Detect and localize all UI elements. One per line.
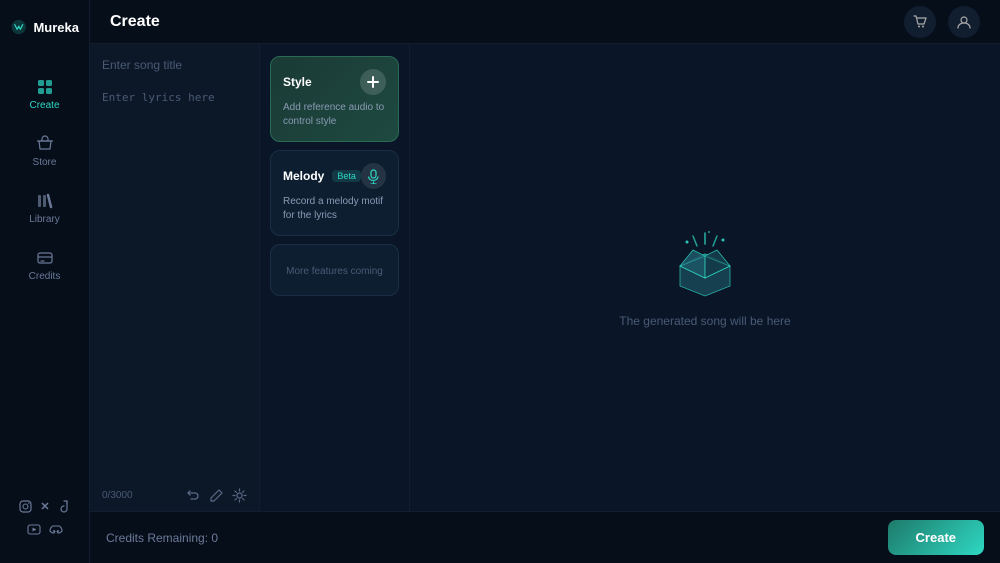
credits-remaining: Credits Remaining: 0	[106, 531, 876, 545]
topbar-actions	[904, 6, 980, 38]
song-title-input[interactable]	[90, 44, 259, 82]
instagram-icon[interactable]	[19, 500, 32, 516]
logo: Mureka	[0, 16, 89, 38]
store-icon	[36, 135, 54, 153]
plus-icon	[366, 75, 380, 89]
sidebar-item-library-label: Library	[29, 214, 60, 225]
sidebar-item-create[interactable]: Create	[8, 68, 81, 121]
style-card-title: Style	[283, 75, 312, 89]
twitter-x-icon[interactable]: ✕	[40, 500, 49, 516]
discord-icon[interactable]	[49, 524, 63, 539]
create-icon	[36, 78, 54, 96]
edit-icon	[209, 488, 224, 503]
topbar: Create	[90, 0, 1000, 44]
profile-icon	[956, 14, 972, 30]
melody-card-title: Melody	[283, 169, 324, 183]
tiktok-icon[interactable]	[58, 500, 70, 516]
sidebar-item-create-label: Create	[29, 100, 59, 111]
youtube-icon[interactable]	[27, 524, 41, 539]
lyrics-panel: 0/3000	[90, 44, 260, 511]
credits-icon	[36, 249, 54, 267]
melody-card-desc: Record a melody motif for the lyrics	[283, 195, 386, 223]
microphone-icon	[367, 169, 380, 184]
melody-beta-badge: Beta	[332, 170, 361, 182]
sidebar-nav: Create Store Library Credits	[0, 66, 89, 500]
cart-icon	[912, 14, 928, 30]
content-area: 0/3000	[90, 44, 1000, 511]
edit-button[interactable]	[209, 488, 224, 503]
logo-text: Mureka	[33, 20, 79, 35]
more-features-card: More features coming	[270, 244, 399, 296]
profile-button[interactable]	[948, 6, 980, 38]
magic-icon	[232, 488, 247, 503]
sidebar-item-credits[interactable]: Credits	[8, 239, 81, 292]
generated-songs-panel: The generated song will be here	[410, 44, 1000, 511]
sidebar-item-store-label: Store	[33, 157, 57, 168]
undo-button[interactable]	[186, 488, 201, 503]
main-content: Create 0/3000	[90, 0, 1000, 563]
style-card-desc: Add reference audio to control style	[283, 101, 386, 129]
sidebar: Mureka Create Store Library	[0, 0, 90, 563]
sidebar-item-store[interactable]: Store	[8, 125, 81, 178]
left-panel-footer: 0/3000	[90, 480, 259, 511]
char-count: 0/3000	[102, 490, 133, 501]
undo-icon	[186, 488, 201, 503]
footer-icons	[186, 488, 247, 503]
sidebar-item-library[interactable]: Library	[8, 182, 81, 235]
create-button[interactable]: Create	[888, 520, 984, 555]
melody-card[interactable]: Melody Beta Record a melody motif for th…	[270, 150, 399, 236]
empty-state-illustration	[665, 228, 745, 298]
cart-button[interactable]	[904, 6, 936, 38]
social-links: ✕	[19, 500, 69, 547]
empty-state-text: The generated song will be here	[619, 314, 790, 328]
library-icon	[36, 192, 54, 210]
mureka-logo-icon	[10, 16, 27, 38]
more-features-text: More features coming	[286, 266, 383, 277]
lyrics-textarea[interactable]	[90, 82, 259, 480]
melody-mic-button[interactable]	[361, 163, 386, 189]
style-card-header: Style	[283, 69, 386, 95]
page-title: Create	[110, 13, 160, 31]
sidebar-item-credits-label: Credits	[29, 271, 61, 282]
magic-button[interactable]	[232, 488, 247, 503]
style-add-button[interactable]	[360, 69, 386, 95]
melody-card-header: Melody Beta	[283, 163, 386, 189]
feature-cards-panel: Style Add reference audio to control sty…	[260, 44, 410, 511]
style-card[interactable]: Style Add reference audio to control sty…	[270, 56, 399, 142]
bottom-bar: Credits Remaining: 0 Create	[90, 511, 1000, 563]
social-row-2	[27, 524, 63, 539]
social-row-1: ✕	[19, 500, 69, 516]
